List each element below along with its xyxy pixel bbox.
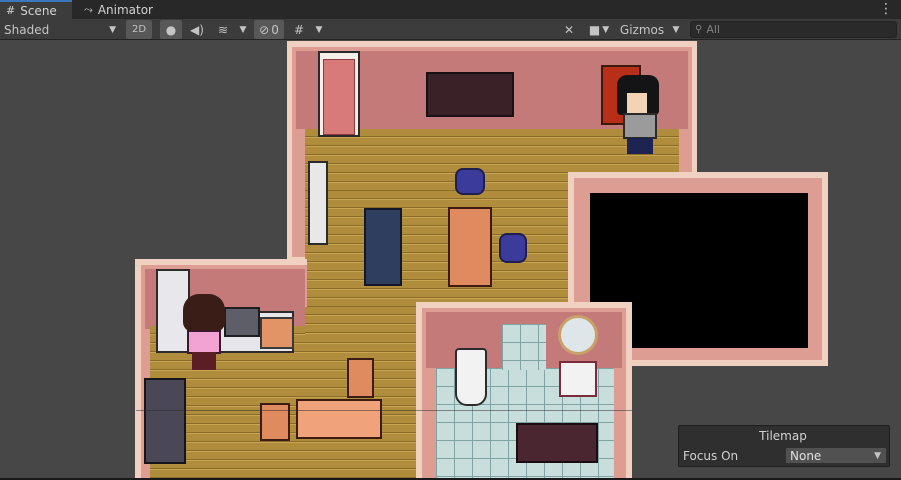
layers-icon: ≋ xyxy=(217,22,229,37)
effects-dropdown[interactable]: ▼ xyxy=(236,20,250,39)
toilet xyxy=(455,348,487,406)
search-icon: ⚲ xyxy=(695,24,703,35)
search-placeholder: All xyxy=(706,23,720,36)
animator-icon: ⤳ xyxy=(84,2,93,16)
coffee-table xyxy=(448,207,492,287)
grid-snap-icon: # xyxy=(293,22,305,37)
2d-mode-label: 2D xyxy=(131,24,147,35)
tools-icon: ✕ xyxy=(563,22,575,37)
chevron-down-icon: ▼ xyxy=(602,24,610,35)
door-panel xyxy=(323,59,355,135)
shading-mode-label: Shaded xyxy=(4,22,50,37)
grid-icon: # xyxy=(6,4,16,17)
chevron-down-icon: ▼ xyxy=(239,24,247,35)
gizmos-button[interactable]: Gizmos xyxy=(618,20,666,39)
gizmos-label: Gizmos xyxy=(619,22,665,37)
bathroom-tile-entry xyxy=(502,324,546,370)
chair-left xyxy=(260,403,290,441)
lightbulb-icon: ● xyxy=(165,22,177,37)
focus-on-value: None xyxy=(790,448,822,463)
2d-mode-button[interactable]: 2D xyxy=(126,20,152,39)
kitchen-stove xyxy=(224,307,260,337)
scene-visibility-button[interactable]: ⊘ 0 xyxy=(254,20,284,39)
chevron-down-icon: ▼ xyxy=(109,24,116,35)
bathroom-mirror xyxy=(558,315,598,355)
fridge-dark xyxy=(144,378,186,464)
blue-cushion-top xyxy=(455,168,485,195)
camera-button[interactable]: ■ ▼ xyxy=(584,20,614,39)
tab-scene-label: Scene xyxy=(20,3,57,18)
bathtub xyxy=(516,423,598,463)
wood-floor-center xyxy=(305,191,570,311)
tilemap-overlay-panel: Tilemap Focus On None ▼ xyxy=(678,425,890,467)
bathroom-sink xyxy=(559,361,597,397)
character-shirt-grey xyxy=(623,113,657,139)
tools-button[interactable]: ✕ xyxy=(558,20,580,39)
tab-animator[interactable]: ⤳ Animator xyxy=(84,0,164,19)
more-options-icon[interactable]: ⋮ xyxy=(879,1,893,17)
lighting-toggle-button[interactable]: ● xyxy=(160,20,182,39)
blue-floor-mat xyxy=(364,208,402,286)
character-pants xyxy=(627,138,653,154)
chair-back xyxy=(347,358,374,398)
wood-floor-connector xyxy=(305,307,420,337)
hidden-eye-icon: ⊘ xyxy=(259,22,270,37)
scene-guide-line xyxy=(136,410,632,411)
hidden-count: 0 xyxy=(271,22,279,37)
dining-table xyxy=(296,399,382,439)
focus-on-label: Focus On xyxy=(683,449,739,463)
tab-scene[interactable]: # Scene xyxy=(0,0,72,19)
scene-toolbar: Shaded ▼ 2D ● ◀) ≋ ▼ ⊘ 0 # ▼ ✕ ■ ▼ Gizmo… xyxy=(0,19,901,40)
camera-icon: ■ xyxy=(588,22,601,37)
focus-on-dropdown[interactable]: None ▼ xyxy=(785,447,887,464)
grid-snap-button[interactable]: # xyxy=(288,20,310,39)
character-face xyxy=(627,93,647,115)
scene-viewport[interactable] xyxy=(0,41,901,478)
character-shirt-pink xyxy=(187,330,221,354)
character-legs xyxy=(192,352,216,370)
tilemap-overlay-title: Tilemap xyxy=(759,429,807,443)
window-tab-bar: # Scene ⤳ Animator ⋮ xyxy=(0,0,901,19)
chevron-down-icon: ▼ xyxy=(315,24,323,35)
wall-radiator xyxy=(308,161,328,245)
blue-cushion-right xyxy=(499,233,527,263)
character-hair-brown xyxy=(183,294,225,332)
kitchen-cutting-board xyxy=(260,317,294,349)
audio-toggle-button[interactable]: ◀) xyxy=(186,20,208,39)
effects-toggle-button[interactable]: ≋ xyxy=(212,20,234,39)
hierarchy-search-field[interactable]: ⚲ All xyxy=(690,21,897,38)
shading-mode-dropdown[interactable]: Shaded ▼ xyxy=(4,20,120,39)
grid-snap-dropdown[interactable]: ▼ xyxy=(312,20,326,39)
tab-animator-label: Animator xyxy=(97,2,153,17)
speaker-icon: ◀) xyxy=(190,22,204,37)
chevron-down-icon: ▼ xyxy=(672,24,680,35)
television xyxy=(426,72,514,117)
chevron-down-icon: ▼ xyxy=(874,450,881,461)
gizmos-dropdown[interactable]: ▼ xyxy=(668,20,684,39)
